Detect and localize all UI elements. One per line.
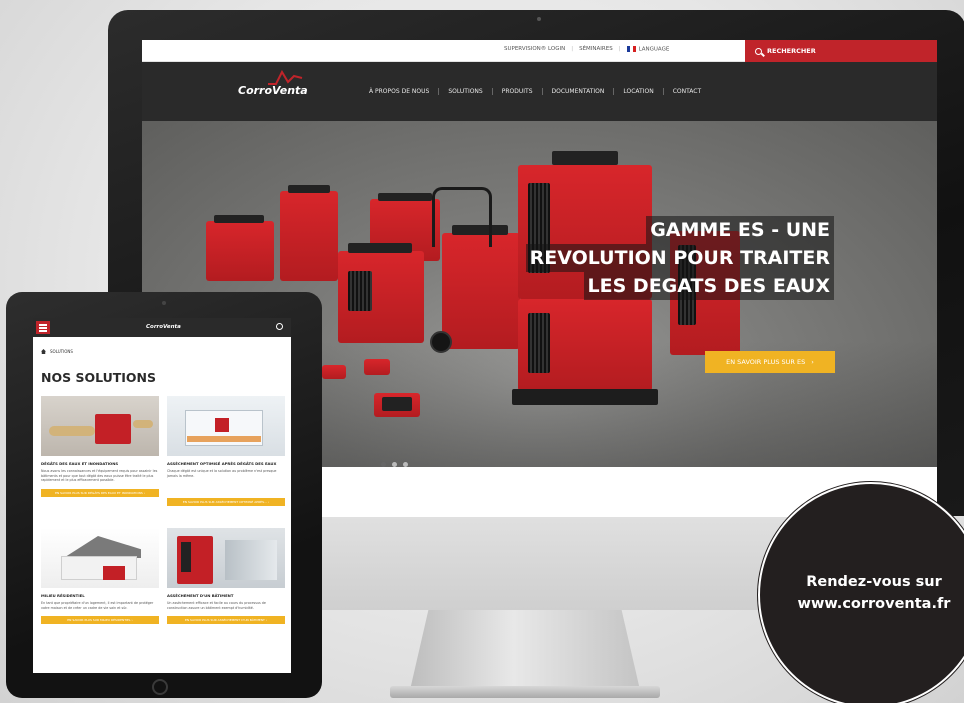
- hero-cta-button[interactable]: EN SAVOIR PLUS SUR ES ›: [705, 351, 835, 373]
- french-flag-icon: [626, 46, 636, 52]
- nav-item-contact[interactable]: CONTACT: [664, 88, 710, 95]
- breadcrumb-current[interactable]: SOLUTIONS: [50, 349, 73, 354]
- solution-card: ASSÈCHEMENT D'UN BÂTIMENT Un assèchement…: [167, 528, 285, 625]
- imac-stand: [410, 610, 640, 690]
- card-cta-button[interactable]: EN SAVOIR PLUS SUR ASSÈCHEMENT OPTIMISÉ …: [167, 498, 285, 507]
- badge-url[interactable]: www.corroventa.fr: [764, 593, 964, 615]
- slider-dot[interactable]: [392, 462, 397, 467]
- nav-item-documentation[interactable]: DOCUMENTATION: [543, 88, 615, 95]
- card-title: ASSÈCHEMENT OPTIMISÉ APRÈS DÉGÂTS DES EA…: [167, 461, 277, 466]
- logo-wave-icon: [268, 70, 303, 85]
- card-title: DÉGÂTS DES EAUX ET INONDATIONS: [41, 461, 119, 466]
- card-text: Chaque dégât est unique et la solution a…: [167, 469, 277, 478]
- search-label: RECHERCHER: [767, 47, 816, 55]
- card-title: ASSÈCHEMENT D'UN BÂTIMENT: [167, 593, 234, 598]
- main-navigation: CorroVenta À PROPOS DE NOUS SOLUTIONS PR…: [142, 62, 937, 121]
- card-text: Un assèchement efficace et facile au cou…: [167, 601, 266, 610]
- solution-card: DÉGÂTS DES EAUX ET INONDATIONS Nous avon…: [41, 396, 159, 497]
- nav-item-solutions[interactable]: SOLUTIONS: [439, 88, 493, 95]
- hero-headline: GAMME ES - UNE REVOLUTION POUR TRAITER L…: [525, 216, 834, 300]
- imac-camera: [537, 17, 541, 21]
- language-selector[interactable]: LANGUAGE: [626, 46, 670, 53]
- card-image-residential: [41, 528, 159, 588]
- solution-card: MILIEU RÉSIDENTIEL En tant que propriéta…: [41, 528, 159, 625]
- slider-dot[interactable]: [381, 462, 386, 467]
- divider: |: [571, 46, 574, 53]
- card-image-drying: [167, 396, 285, 456]
- nav-item-products[interactable]: PRODUITS: [493, 88, 543, 95]
- home-icon[interactable]: [41, 349, 46, 354]
- imac-foot: [390, 686, 660, 698]
- nav-item-about[interactable]: À PROPOS DE NOUS: [360, 88, 440, 95]
- card-cta-button[interactable]: EN SAVOIR PLUS SUR ASSÈCHEMENT D'UN BÂTI…: [167, 616, 285, 625]
- solution-card: ASSÈCHEMENT OPTIMISÉ APRÈS DÉGÂTS DES EA…: [167, 396, 285, 507]
- search-icon: [755, 47, 762, 55]
- divider: |: [618, 46, 621, 53]
- supervision-login-link[interactable]: SUPERVISION® LOGIN: [504, 46, 565, 52]
- promo-badge-text: Rendez-vous sur www.corroventa.fr: [764, 571, 964, 615]
- card-text: En tant que propriétaire d'un logement, …: [41, 601, 154, 610]
- breadcrumb: SOLUTIONS: [41, 349, 73, 354]
- hero-title-line: GAMME ES - UNE: [646, 216, 834, 244]
- card-cta-button[interactable]: EN SAVOIR PLUS SUR MILIEU RÉSIDENTIEL ›: [41, 616, 159, 625]
- mobile-search-icon[interactable]: [276, 323, 283, 330]
- card-text: Nous avons les connaissances et l'équipe…: [41, 469, 158, 483]
- menu-button[interactable]: [36, 321, 50, 334]
- mobile-website: CorroVenta SOLUTIONS NOS SOLUTIONS DÉGÂT…: [33, 318, 291, 673]
- hero-title-line: LES DEGATS DES EAUX: [583, 272, 834, 300]
- mobile-corroventa-logo[interactable]: CorroVenta: [146, 324, 181, 330]
- ipad-home-button[interactable]: [152, 679, 168, 695]
- seminaires-link[interactable]: SÉMINAIRES: [579, 46, 613, 52]
- chevron-right-icon: ›: [811, 358, 814, 366]
- badge-line: Rendez-vous sur: [806, 574, 942, 590]
- card-image-water-damage: [41, 396, 159, 456]
- utility-bar: SUPERVISION® LOGIN | SÉMINAIRES | LANGUA…: [142, 40, 937, 62]
- card-title: MILIEU RÉSIDENTIEL: [41, 593, 85, 598]
- hero-cta-label: EN SAVOIR PLUS SUR ES: [726, 358, 806, 366]
- hero-title-line: REVOLUTION POUR TRAITER: [525, 244, 834, 272]
- page-title: NOS SOLUTIONS: [41, 370, 157, 385]
- language-label: LANGUAGE: [638, 46, 670, 53]
- card-cta-button[interactable]: EN SAVOIR PLUS SUR DÉGÂTS DES EAUX ET IN…: [41, 488, 159, 497]
- search-button[interactable]: RECHERCHER: [745, 40, 937, 62]
- hamburger-icon: [39, 324, 47, 326]
- card-image-building: [167, 528, 285, 588]
- mobile-navigation: CorroVenta: [33, 318, 291, 337]
- slider-dot[interactable]: [403, 462, 408, 467]
- ipad-camera: [162, 301, 166, 305]
- slider-pagination: [381, 462, 408, 467]
- nav-item-location[interactable]: LOCATION: [614, 88, 664, 95]
